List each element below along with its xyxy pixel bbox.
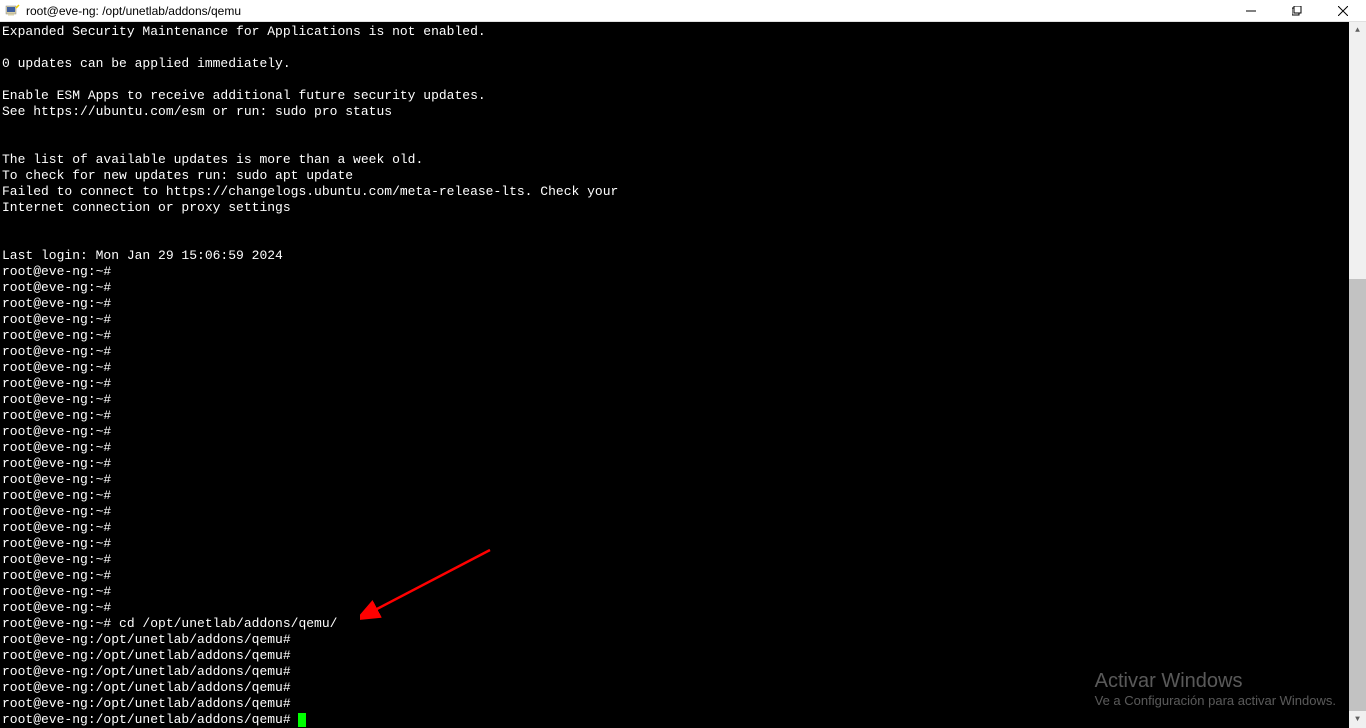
terminal-line: root@eve-ng:~# (2, 584, 1366, 600)
scrollbar-thumb[interactable] (1349, 279, 1366, 711)
terminal-line: Last login: Mon Jan 29 15:06:59 2024 (2, 248, 1366, 264)
terminal-line: root@eve-ng:~# (2, 472, 1366, 488)
terminal-line: root@eve-ng:/opt/unetlab/addons/qemu# (2, 648, 1366, 664)
terminal-line: root@eve-ng:~# (2, 600, 1366, 616)
terminal-line: root@eve-ng:~# cd /opt/unetlab/addons/qe… (2, 616, 1366, 632)
scroll-up-icon[interactable]: ▲ (1349, 22, 1366, 39)
terminal-line: root@eve-ng:~# (2, 328, 1366, 344)
terminal-line: 0 updates can be applied immediately. (2, 56, 1366, 72)
window-controls (1228, 0, 1366, 21)
terminal-line: root@eve-ng:~# (2, 520, 1366, 536)
terminal-line (2, 232, 1366, 248)
close-button[interactable] (1320, 0, 1366, 21)
terminal-line: root@eve-ng:~# (2, 360, 1366, 376)
terminal-line: root@eve-ng:/opt/unetlab/addons/qemu# (2, 664, 1366, 680)
putty-icon (4, 3, 20, 19)
terminal-line: Expanded Security Maintenance for Applic… (2, 24, 1366, 40)
terminal-line: Internet connection or proxy settings (2, 200, 1366, 216)
terminal-line (2, 72, 1366, 88)
terminal-line: Enable ESM Apps to receive additional fu… (2, 88, 1366, 104)
terminal-line: root@eve-ng:~# (2, 408, 1366, 424)
terminal-line: Failed to connect to https://changelogs.… (2, 184, 1366, 200)
terminal-line: root@eve-ng:~# (2, 456, 1366, 472)
minimize-button[interactable] (1228, 0, 1274, 21)
terminal-line: root@eve-ng:/opt/unetlab/addons/qemu# (2, 696, 1366, 712)
terminal-line (2, 216, 1366, 232)
terminal-line (2, 136, 1366, 152)
terminal-line: root@eve-ng:~# (2, 392, 1366, 408)
terminal-line (2, 120, 1366, 136)
scroll-down-icon[interactable]: ▼ (1349, 711, 1366, 728)
terminal-line: To check for new updates run: sudo apt u… (2, 168, 1366, 184)
terminal-line: root@eve-ng:~# (2, 264, 1366, 280)
terminal-line: root@eve-ng:~# (2, 312, 1366, 328)
terminal-line: root@eve-ng:~# (2, 280, 1366, 296)
terminal-line: root@eve-ng:~# (2, 344, 1366, 360)
terminal-line: root@eve-ng:~# (2, 568, 1366, 584)
terminal-line: root@eve-ng:/opt/unetlab/addons/qemu# (2, 712, 1366, 728)
vertical-scrollbar[interactable]: ▲ ▼ (1349, 22, 1366, 728)
terminal-line: root@eve-ng:~# (2, 296, 1366, 312)
terminal-line: root@eve-ng:~# (2, 488, 1366, 504)
terminal-line: root@eve-ng:~# (2, 552, 1366, 568)
terminal-line: root@eve-ng:~# (2, 440, 1366, 456)
terminal-line (2, 40, 1366, 56)
terminal-line: See https://ubuntu.com/esm or run: sudo … (2, 104, 1366, 120)
terminal-line: root@eve-ng:~# (2, 376, 1366, 392)
scrollbar-track[interactable] (1349, 39, 1366, 711)
terminal-line: root@eve-ng:/opt/unetlab/addons/qemu# (2, 680, 1366, 696)
window-title: root@eve-ng: /opt/unetlab/addons/qemu (26, 4, 1228, 18)
terminal-line: The list of available updates is more th… (2, 152, 1366, 168)
terminal-output[interactable]: Expanded Security Maintenance for Applic… (0, 22, 1366, 728)
maximize-button[interactable] (1274, 0, 1320, 21)
window-titlebar: root@eve-ng: /opt/unetlab/addons/qemu (0, 0, 1366, 22)
terminal-line: root@eve-ng:~# (2, 424, 1366, 440)
terminal-line: root@eve-ng:~# (2, 504, 1366, 520)
terminal-cursor (298, 713, 306, 727)
terminal-line: root@eve-ng:/opt/unetlab/addons/qemu# (2, 632, 1366, 648)
terminal-line: root@eve-ng:~# (2, 536, 1366, 552)
